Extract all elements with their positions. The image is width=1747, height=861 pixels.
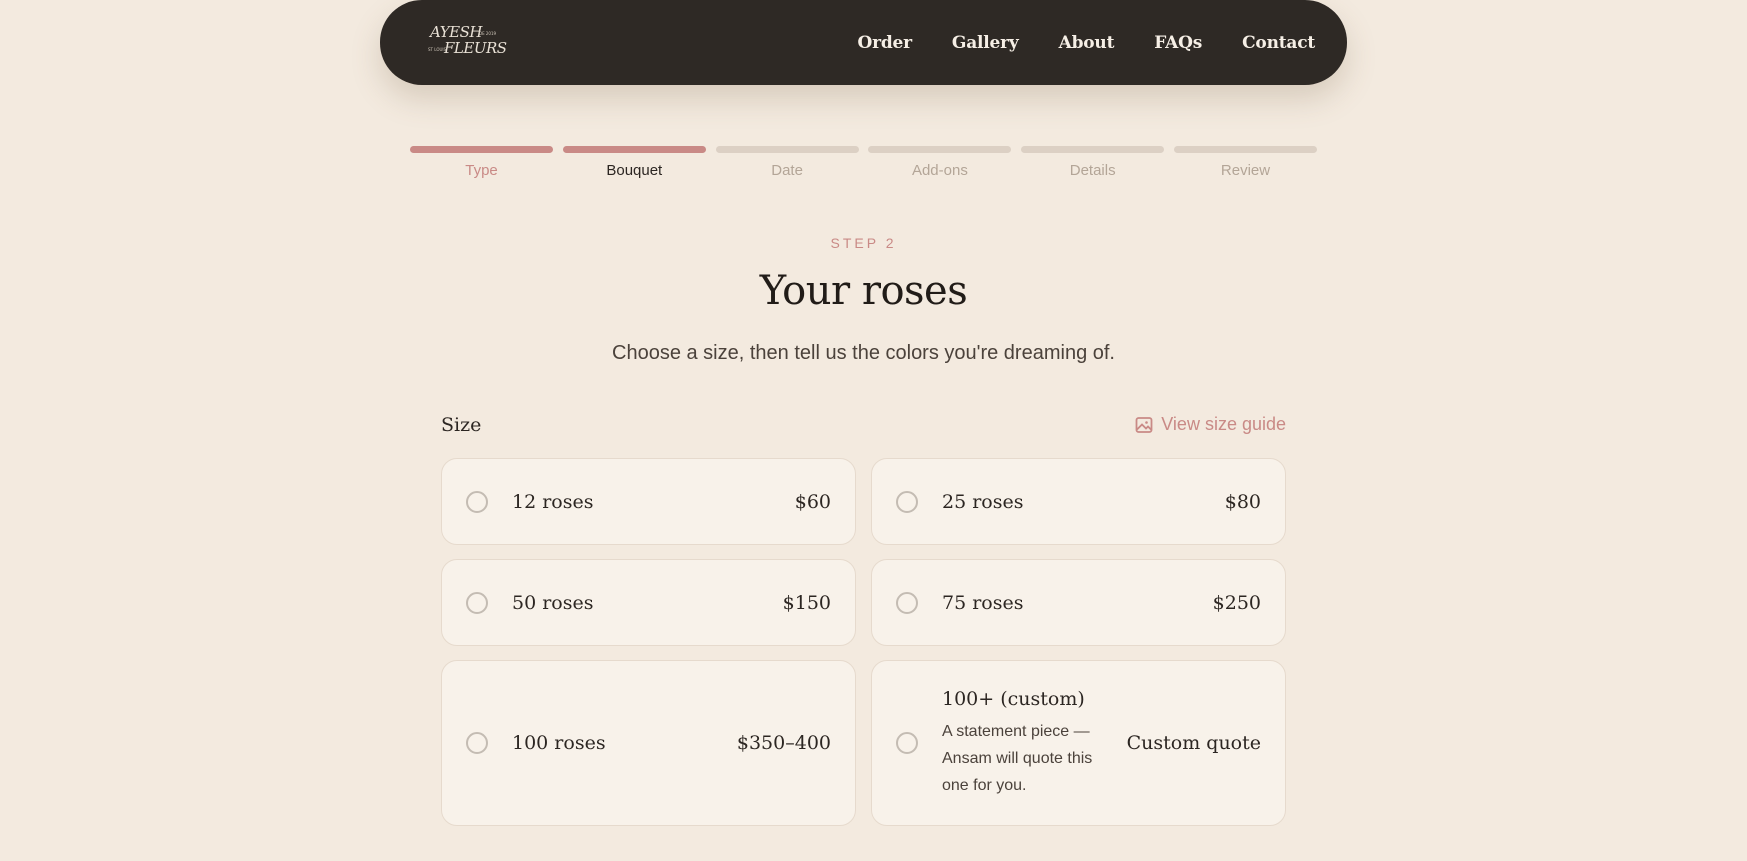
size-option-name: 75 roses: [942, 591, 1024, 614]
size-section-label: Size: [441, 414, 482, 436]
step-label: Type: [465, 162, 498, 179]
step-bar: [868, 146, 1012, 153]
size-option-price: $150: [782, 591, 831, 614]
step-bar: [562, 146, 706, 153]
size-option-25[interactable]: 25 roses $80: [871, 458, 1286, 545]
step-bar: [1173, 146, 1317, 153]
size-option-name: 50 roses: [512, 591, 594, 614]
size-option-custom[interactable]: 100+ (custom) A statement piece — Ansam …: [871, 660, 1286, 826]
step-label: Bouquet: [606, 162, 663, 179]
nav-link-about[interactable]: About: [1059, 33, 1115, 53]
image-icon: [1135, 416, 1153, 434]
step-bouquet[interactable]: Bouquet: [562, 146, 706, 179]
radio-button[interactable]: [896, 591, 918, 614]
step-bar: [1021, 146, 1165, 153]
size-option-price: $60: [794, 490, 831, 513]
top-nav: AYESH DE 2019 ST LOUIS FLEURS Order Gall…: [380, 0, 1347, 85]
size-option-price: $250: [1212, 591, 1261, 614]
nav-link-gallery[interactable]: Gallery: [952, 33, 1019, 53]
size-option-name: 100 roses: [512, 732, 606, 754]
custom-option-body: 100+ (custom) A statement piece — Ansam …: [942, 688, 1127, 799]
view-size-guide-link[interactable]: View size guide: [1135, 414, 1286, 435]
logo-text-line2: FLEURS: [444, 39, 507, 57]
step-add-ons[interactable]: Add-ons: [868, 146, 1012, 179]
size-option-price: Custom quote: [1126, 732, 1261, 754]
step-bar: [410, 146, 553, 153]
size-option-description: A statement piece — Ansam will quote thi…: [942, 722, 1093, 794]
logo-text-line1: AYESH: [430, 23, 482, 41]
size-option-price: $80: [1224, 490, 1261, 513]
nav-link-order[interactable]: Order: [857, 33, 912, 53]
size-option-75[interactable]: 75 roses $250: [871, 559, 1286, 646]
page-title: Your roses: [759, 268, 968, 314]
size-guide-label: View size guide: [1161, 414, 1286, 434]
step-label: Review: [1220, 162, 1271, 179]
nav-links: Order Gallery About FAQs Contact: [817, 0, 1315, 85]
page-subtitle: Choose a size, then tell us the colors y…: [612, 342, 1115, 364]
step-label: Add-ons: [911, 162, 968, 179]
step-review[interactable]: Review: [1173, 146, 1317, 179]
step-date[interactable]: Date: [715, 146, 859, 179]
logo-small-text: DE 2019: [479, 31, 497, 36]
step-eyebrow: STEP 2: [830, 235, 897, 251]
step-bar: [715, 146, 859, 153]
radio-button[interactable]: [466, 490, 488, 513]
step-label: Date: [771, 162, 803, 179]
nav-link-faqs[interactable]: FAQs: [1154, 33, 1202, 53]
brand-logo[interactable]: AYESH DE 2019 ST LOUIS FLEURS: [428, 23, 507, 58]
radio-button[interactable]: [466, 732, 488, 754]
size-option-name: 12 roses: [512, 490, 594, 513]
size-option-name: 25 roses: [942, 490, 1024, 513]
size-option-50[interactable]: 50 roses $150: [441, 559, 856, 646]
size-option-name: 100+ (custom): [942, 687, 1085, 710]
step-type[interactable]: Type: [410, 146, 553, 179]
step-label: Details: [1069, 162, 1116, 179]
nav-link-contact[interactable]: Contact: [1242, 33, 1315, 53]
size-option-price: $350–400: [736, 732, 831, 754]
progress-stepper: Type Bouquet Date Add-ons Details Review: [410, 146, 1317, 179]
size-option-12[interactable]: 12 roses $60: [441, 458, 856, 545]
radio-button[interactable]: [896, 732, 918, 754]
radio-button[interactable]: [466, 591, 488, 614]
step-details[interactable]: Details: [1021, 146, 1165, 179]
radio-button[interactable]: [896, 490, 918, 513]
size-option-100[interactable]: 100 roses $350–400: [441, 660, 856, 826]
size-options: 12 roses $60 25 roses $80 50 roses $150 …: [441, 458, 1286, 826]
